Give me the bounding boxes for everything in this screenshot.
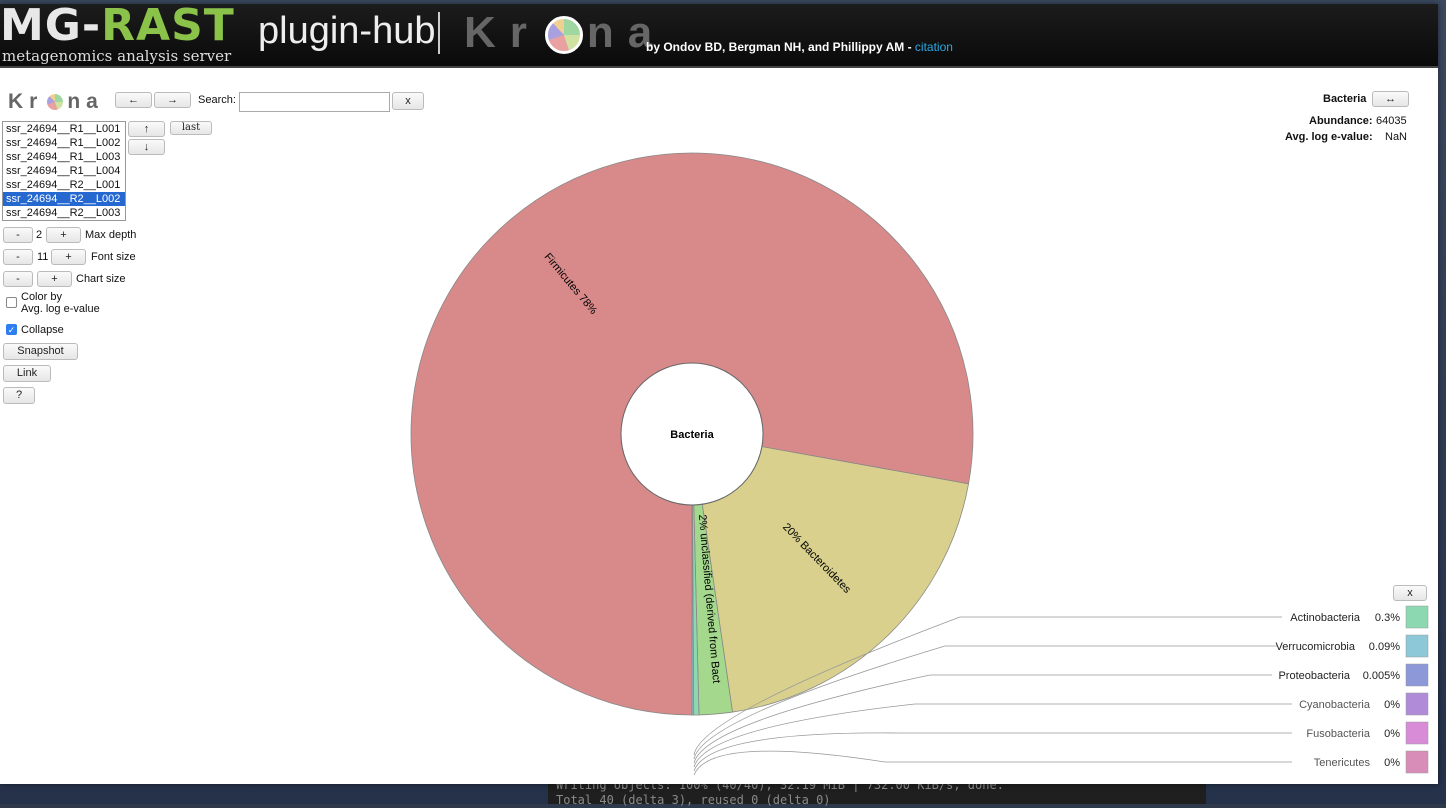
legend-label[interactable]: Cyanobacteria	[1299, 699, 1371, 711]
legend-percent: 0.09%	[1369, 641, 1400, 653]
legend-swatch[interactable]	[1406, 751, 1428, 773]
legend-percent: 0%	[1384, 728, 1400, 740]
legend-label[interactable]: Actinobacteria	[1290, 612, 1361, 624]
legend-close-button[interactable]: x	[1393, 585, 1427, 601]
legend-leader-line	[694, 751, 1292, 775]
legend-swatch[interactable]	[1406, 722, 1428, 744]
legend-swatch[interactable]	[1406, 664, 1428, 686]
legend-label[interactable]: Fusobacteria	[1306, 728, 1370, 740]
legend-swatch[interactable]	[1406, 606, 1428, 628]
krona-chart[interactable]: BacteriaFirmicutes 78%20% Bacteroidetes2…	[0, 4, 1438, 784]
terminal-line: Total 40 (delta 3), reused 0 (delta 0)	[556, 793, 1206, 808]
legend-label[interactable]: Proteobacteria	[1278, 670, 1350, 682]
legend-percent: 0.005%	[1363, 670, 1401, 682]
legend-leader-line	[694, 733, 1292, 771]
legend-label[interactable]: Tenericutes	[1314, 757, 1371, 769]
legend-percent: 0%	[1384, 699, 1400, 711]
legend-label[interactable]: Verrucomicrobia	[1276, 641, 1356, 653]
legend-leader-line	[694, 704, 1292, 767]
browser-window: MG-RAST metagenomics analysis server plu…	[0, 4, 1438, 784]
chart-center-label: Bacteria	[670, 429, 714, 441]
legend-swatch[interactable]	[1406, 635, 1428, 657]
legend-percent: 0%	[1384, 757, 1400, 769]
legend-swatch[interactable]	[1406, 693, 1428, 715]
legend-percent: 0.3%	[1375, 612, 1400, 624]
